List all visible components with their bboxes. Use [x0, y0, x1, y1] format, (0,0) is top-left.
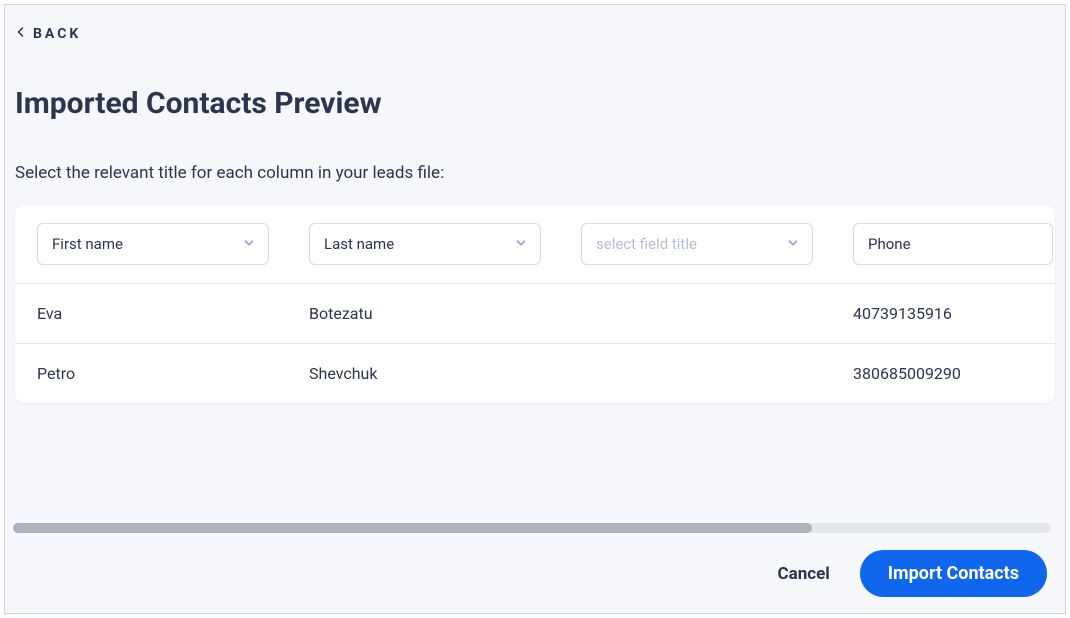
cell — [581, 364, 853, 383]
cell: Shevchuk — [309, 364, 581, 383]
preview-table: First name Last name select field title — [15, 205, 1055, 403]
cell: Eva — [37, 304, 309, 323]
chevron-down-icon — [242, 235, 256, 254]
import-contacts-button[interactable]: Import Contacts — [860, 550, 1047, 597]
cell: 40739135916 — [853, 304, 1055, 323]
column-select-1[interactable]: Last name — [309, 223, 541, 265]
column-select-label: Last name — [324, 235, 394, 253]
cell: 380685009290 — [853, 364, 1055, 383]
chevron-down-icon — [786, 235, 800, 254]
scrollbar-thumb[interactable] — [13, 523, 812, 533]
cell: Petro — [37, 364, 309, 383]
column-select-label: First name — [52, 235, 123, 253]
cell — [581, 304, 853, 323]
horizontal-scrollbar[interactable] — [13, 523, 1051, 533]
cell: Botezatu — [309, 304, 581, 323]
column-select-2[interactable]: select field title — [581, 223, 813, 265]
cancel-button[interactable]: Cancel — [778, 564, 830, 584]
chevron-left-icon — [15, 26, 27, 42]
column-header-row: First name Last name select field title — [15, 205, 1055, 284]
column-select-placeholder: select field title — [596, 235, 697, 253]
page-title: Imported Contacts Preview — [15, 86, 1055, 121]
column-select-3[interactable]: Phone — [853, 223, 1053, 265]
back-label: BACK — [33, 26, 81, 42]
table-row: Petro Shevchuk 380685009290 — [15, 344, 1055, 403]
chevron-down-icon — [514, 235, 528, 254]
column-select-0[interactable]: First name — [37, 223, 269, 265]
column-select-label: Phone — [868, 235, 911, 253]
subtitle: Select the relevant title for each colum… — [15, 163, 1055, 183]
back-button[interactable]: BACK — [15, 26, 81, 42]
table-row: Eva Botezatu 40739135916 — [15, 284, 1055, 344]
